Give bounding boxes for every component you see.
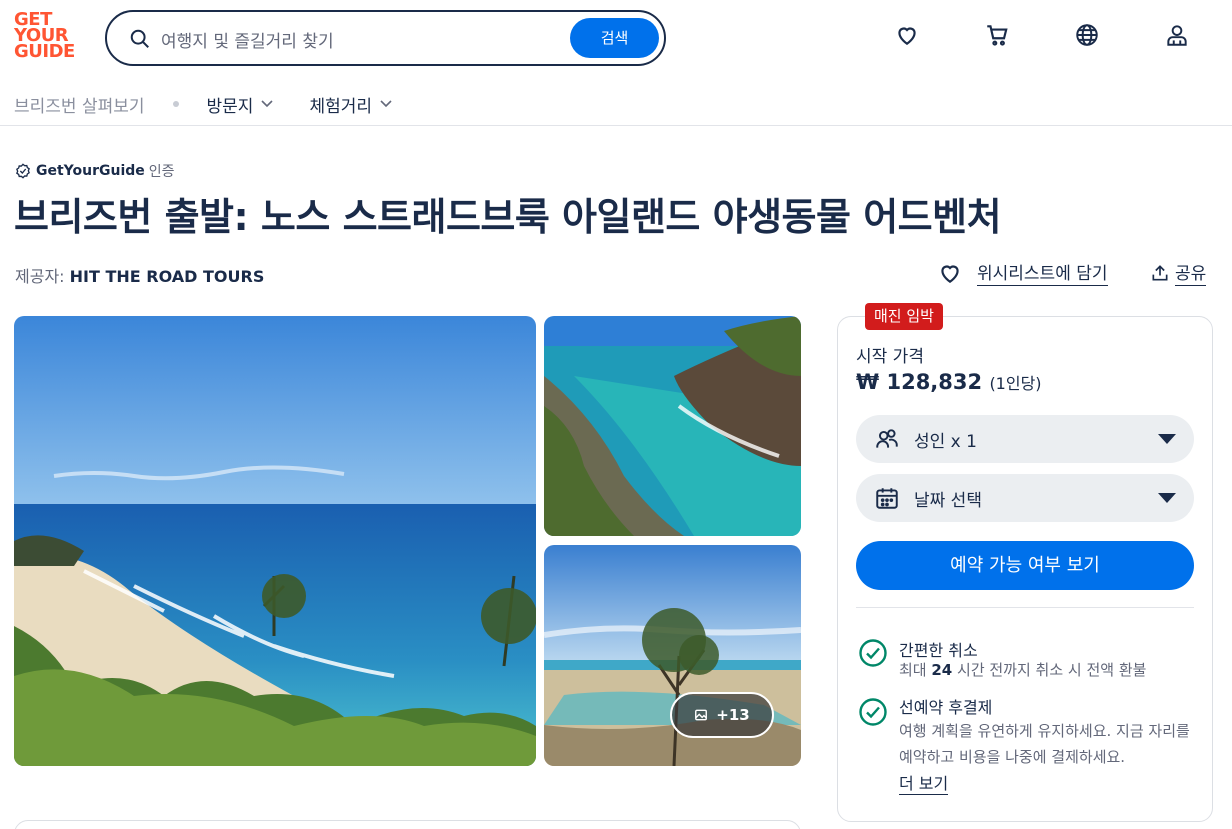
provider-name[interactable]: HIT THE ROAD TOURS [70,267,265,286]
price-from-label: 시작 가격 [856,347,924,367]
more-photos-count: +13 [716,706,750,724]
show-more-photos-button[interactable]: +13 [670,692,774,738]
menu-places[interactable]: 방문지 [207,92,274,117]
triangle-down-icon [1158,493,1176,503]
sale-badge: 매진 임박 [865,303,943,330]
price-per: (1인당) [989,374,1042,393]
cancel-desc-post: 시간 전까지 취소 시 전액 환불 [952,661,1147,679]
gallery-main-photo[interactable] [14,316,536,766]
feature-free-cancel-desc: 최대 24 시간 전까지 취소 시 전액 환불 [899,657,1199,683]
wishlist-button[interactable]: 위시리스트에 담기 [937,259,1108,286]
beach-coast-image [14,316,536,766]
calendar-icon [876,488,898,509]
check-circle-icon [859,698,887,726]
participants-value: 성인 x 1 [914,431,977,452]
chevron-down-icon [380,100,392,108]
card-divider [856,607,1194,608]
cancel-desc-pre: 최대 [899,661,932,679]
date-value: 날짜 선택 [914,490,982,511]
sub-navigation: 브리즈번 살펴보기 방문지 체험거리 [14,91,428,117]
getyourguide-logo[interactable]: GET YOUR GUIDE [14,11,80,61]
menu-places-label: 방문지 [206,96,254,117]
menu-activities[interactable]: 체험거리 [309,92,392,117]
provider-label: 제공자: [15,267,70,286]
chevron-down-icon [261,100,274,108]
heart-icon [941,265,959,283]
check-availability-button[interactable]: 예약 가능 여부 보기 [856,541,1194,590]
share-icon [1152,264,1168,280]
verified-label: 인증 [148,164,175,180]
price-value: ₩ 128,832 [856,370,983,394]
search-input[interactable]: 여행지 및 즐길거리 찾기 [161,27,334,52]
gorge-coast-image [544,316,801,536]
search-button[interactable]: 검색 [570,18,659,58]
participants-select[interactable]: 성인 x 1 [856,415,1194,463]
profile-icon[interactable] [1164,22,1190,48]
group-icon [876,429,898,448]
verified-check-icon [16,163,30,179]
bottom-card-edge [14,820,801,829]
image-icon [695,709,708,721]
verified-badge: GetYourGuide 인증 [15,161,175,181]
cart-icon[interactable] [984,22,1010,48]
verified-brand: GetYourGuide [36,163,145,179]
gallery-photo-2[interactable] [544,316,801,536]
page-title: 브리즈번 출발: 노스 스트래드브룩 아일랜드 야생동물 어드벤처 [14,195,1002,239]
read-more-link[interactable]: 더 보기 [899,770,949,795]
price: ₩ 128,832 (1인당) [856,370,1042,394]
heart-icon[interactable] [894,22,920,48]
search-bar[interactable]: 여행지 및 즐길거리 찾기 검색 [105,10,666,66]
search-icon [130,29,149,48]
breadcrumb-brisbane[interactable]: 브리즈번 살펴보기 [14,92,145,117]
cancel-hours: 24 [931,661,953,679]
triangle-down-icon [1158,434,1176,444]
feature-pay-later-title: 선예약 후결제 [899,698,993,717]
header-divider [0,125,1232,126]
globe-icon[interactable] [1074,22,1100,48]
wishlist-label: 위시리스트에 담기 [977,259,1108,286]
menu-activities-label: 체험거리 [309,96,373,117]
separator-dot [172,101,179,107]
check-circle-icon [859,639,887,667]
date-select[interactable]: 날짜 선택 [856,474,1194,522]
share-label: 공유 [1175,259,1207,286]
provider-line: 제공자: HIT THE ROAD TOURS [15,263,264,287]
share-button[interactable]: 공유 [1150,259,1207,286]
feature-pay-later-desc: 여행 계획을 유연하게 유지하세요. 지금 자리를 예약하고 비용을 나중에 결… [899,722,1190,766]
